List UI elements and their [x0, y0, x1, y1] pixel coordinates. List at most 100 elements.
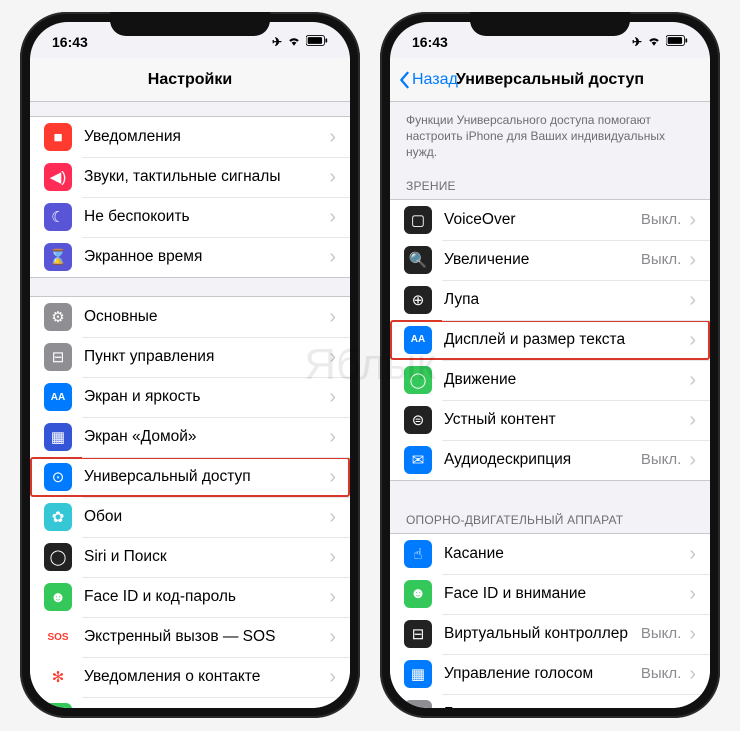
- wifi-icon: [646, 35, 662, 50]
- chevron-right-icon: ›: [689, 210, 696, 230]
- settings-row[interactable]: ☻ Face ID и внимание›: [390, 574, 710, 614]
- row-label: Экран «Домой»: [84, 428, 329, 446]
- settings-row[interactable]: ⌛Экранное время›: [30, 237, 350, 277]
- chevron-right-icon: ›: [329, 467, 336, 487]
- screen-right: 16:43 ✈︎ Назад Универсальный доступ Функ…: [390, 22, 710, 708]
- faceid-icon: ☻: [44, 583, 72, 611]
- settings-row[interactable]: ▮Аккумулятор›: [30, 697, 350, 708]
- chevron-right-icon: ›: [329, 167, 336, 187]
- chevron-right-icon: ›: [329, 587, 336, 607]
- wifi-icon: [286, 35, 302, 50]
- settings-row[interactable]: ▦Управление голосомВыкл.›: [390, 654, 710, 694]
- status-time: 16:43: [412, 34, 448, 50]
- magnifier-icon: ⊕: [404, 286, 432, 314]
- screen-left: 16:43 ✈︎ Настройки ■Уведомления›◀︎)Звуки…: [30, 22, 350, 708]
- settings-row[interactable]: ⊕ Лупа›: [390, 280, 710, 320]
- settings-row[interactable]: ✿Обои›: [30, 497, 350, 537]
- status-icons: ✈︎: [272, 35, 328, 50]
- settings-row[interactable]: SOSЭкстренный вызов — SOS›: [30, 617, 350, 657]
- battery-icon: ▮: [44, 703, 72, 708]
- chevron-right-icon: ›: [689, 410, 696, 430]
- spoken-icon: ⊜: [404, 406, 432, 434]
- chevron-right-icon: ›: [689, 290, 696, 310]
- chevron-right-icon: ›: [329, 127, 336, 147]
- settings-row[interactable]: ⊟Виртуальный контроллерВыкл.›: [390, 614, 710, 654]
- settings-row[interactable]: ⊜Устный контент›: [390, 400, 710, 440]
- phone-right: 16:43 ✈︎ Назад Универсальный доступ Функ…: [380, 12, 720, 718]
- chevron-right-icon: ›: [689, 584, 696, 604]
- content-right[interactable]: Функции Универсального доступа помогают …: [390, 102, 710, 708]
- faceatt-icon: ☻: [404, 580, 432, 608]
- settings-row[interactable]: ◀︎)Звуки, тактильные сигналы›: [30, 157, 350, 197]
- touch-icon: ☝︎: [404, 540, 432, 568]
- row-label: Уведомления о контакте: [84, 668, 329, 686]
- display-icon: AA: [44, 383, 72, 411]
- content-left[interactable]: ■Уведомления›◀︎)Звуки, тактильные сигнал…: [30, 102, 350, 708]
- settings-row[interactable]: ☻ Face ID и код-пароль›: [30, 577, 350, 617]
- row-value: Выкл.: [641, 251, 681, 268]
- settings-row[interactable]: ▦ Экран «Домой»›: [30, 417, 350, 457]
- settings-row[interactable]: ☾Не беспокоить›: [30, 197, 350, 237]
- airplane-icon: ✈︎: [632, 35, 642, 49]
- sidebtn-icon: ▯: [404, 700, 432, 708]
- settings-row[interactable]: ☝︎Касание›: [390, 534, 710, 574]
- back-label: Назад: [412, 71, 458, 89]
- row-label: Экранное время: [84, 248, 329, 266]
- group-1: ■Уведомления›◀︎)Звуки, тактильные сигнал…: [30, 116, 350, 278]
- accessibility-icon: ⊙: [44, 463, 72, 491]
- chevron-right-icon: ›: [329, 667, 336, 687]
- textsize-icon: AA: [404, 326, 432, 354]
- settings-row[interactable]: ⊟Пункт управления›: [30, 337, 350, 377]
- group-vision: ▢VoiceOverВыкл.›🔍УвеличениеВыкл.›⊕Лупа›A…: [390, 199, 710, 481]
- dnd-icon: ☾: [44, 203, 72, 231]
- row-label: Боковая кнопка: [444, 705, 689, 708]
- battery-icon: [306, 35, 328, 49]
- section-header-vision: ЗРЕНИЕ: [390, 165, 710, 199]
- switch-icon: ⊟: [404, 620, 432, 648]
- row-label: Не беспокоить: [84, 208, 329, 226]
- group-2: ⚙︎Основные›⊟Пункт управления›AAЭкран и я…: [30, 296, 350, 708]
- phone-left: 16:43 ✈︎ Настройки ■Уведомления›◀︎)Звуки…: [20, 12, 360, 718]
- chevron-right-icon: ›: [689, 544, 696, 564]
- page-title: Настройки: [148, 71, 232, 89]
- chevron-right-icon: ›: [689, 250, 696, 270]
- chevron-right-icon: ›: [329, 307, 336, 327]
- row-label: Аудиодескрипция: [444, 451, 641, 469]
- settings-row[interactable]: ⊙ Универсальный доступ›: [30, 457, 350, 497]
- status-icons: ✈︎: [632, 35, 688, 50]
- row-label: Лупа: [444, 291, 689, 309]
- audiodesc-icon: ✉︎: [404, 446, 432, 474]
- settings-row[interactable]: AAДисплей и размер текста›: [390, 320, 710, 360]
- settings-row[interactable]: ▯Боковая кнопка›: [390, 694, 710, 708]
- settings-row[interactable]: 🔍УвеличениеВыкл.›: [390, 240, 710, 280]
- settings-row[interactable]: AAЭкран и яркость›: [30, 377, 350, 417]
- row-label: Face ID и внимание: [444, 585, 689, 603]
- chevron-right-icon: ›: [329, 387, 336, 407]
- row-label: Виртуальный контроллер: [444, 625, 641, 643]
- settings-row[interactable]: ✉︎АудиодескрипцияВыкл.›: [390, 440, 710, 480]
- nav-bar: Настройки: [30, 58, 350, 102]
- row-label: VoiceOver: [444, 211, 641, 229]
- settings-row[interactable]: ■Уведомления›: [30, 117, 350, 157]
- zoom-icon: 🔍: [404, 246, 432, 274]
- settings-row[interactable]: ▢VoiceOverВыкл.›: [390, 200, 710, 240]
- row-label: Уведомления: [84, 128, 329, 146]
- chevron-right-icon: ›: [689, 624, 696, 644]
- back-button[interactable]: Назад: [398, 71, 458, 89]
- settings-row[interactable]: ◯Движение›: [390, 360, 710, 400]
- chevron-right-icon: ›: [689, 370, 696, 390]
- row-label: Движение: [444, 371, 689, 389]
- settings-row[interactable]: ⚙︎Основные›: [30, 297, 350, 337]
- settings-row[interactable]: ✻Уведомления о контакте›: [30, 657, 350, 697]
- chevron-right-icon: ›: [689, 664, 696, 684]
- settings-row[interactable]: ◯Siri и Поиск›: [30, 537, 350, 577]
- chevron-right-icon: ›: [329, 427, 336, 447]
- row-label: Универсальный доступ: [84, 468, 329, 486]
- row-value: Выкл.: [641, 665, 681, 682]
- homescreen-icon: ▦: [44, 423, 72, 451]
- row-value: Выкл.: [641, 211, 681, 228]
- chevron-right-icon: ›: [689, 330, 696, 350]
- group-motor: ☝︎Касание›☻Face ID и внимание›⊟Виртуальн…: [390, 533, 710, 708]
- notch: [470, 12, 630, 36]
- row-label: Face ID и код-пароль: [84, 588, 329, 606]
